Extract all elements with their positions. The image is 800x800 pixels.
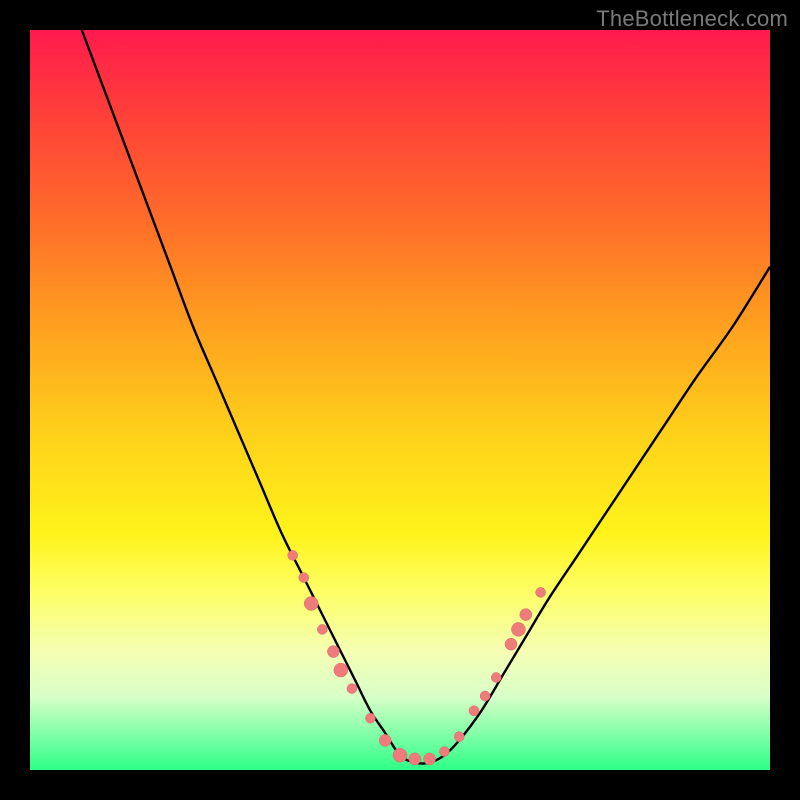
curve-marker <box>334 663 348 677</box>
curve-marker <box>505 638 517 650</box>
curve-marker <box>299 573 309 583</box>
curve-marker <box>393 748 407 762</box>
curve-marker <box>454 732 464 742</box>
curve-marker <box>409 753 421 765</box>
curve-marker <box>379 734 391 746</box>
curve-marker <box>424 753 436 765</box>
curve-marker <box>520 609 532 621</box>
curve-markers <box>288 550 546 765</box>
curve-marker <box>491 673 501 683</box>
bottleneck-curve <box>82 30 770 764</box>
curve-marker <box>317 624 327 634</box>
curve-marker <box>480 691 490 701</box>
curve-marker <box>469 706 479 716</box>
curve-marker <box>365 713 375 723</box>
curve-marker <box>288 550 298 560</box>
curve-marker <box>304 597 318 611</box>
curve-marker <box>327 646 339 658</box>
chart-frame <box>30 30 770 770</box>
curve-marker <box>511 622 525 636</box>
curve-marker <box>347 684 357 694</box>
curve-marker <box>439 747 449 757</box>
curve-marker <box>536 587 546 597</box>
watermark-text: TheBottleneck.com <box>596 6 788 32</box>
bottleneck-chart <box>30 30 770 770</box>
